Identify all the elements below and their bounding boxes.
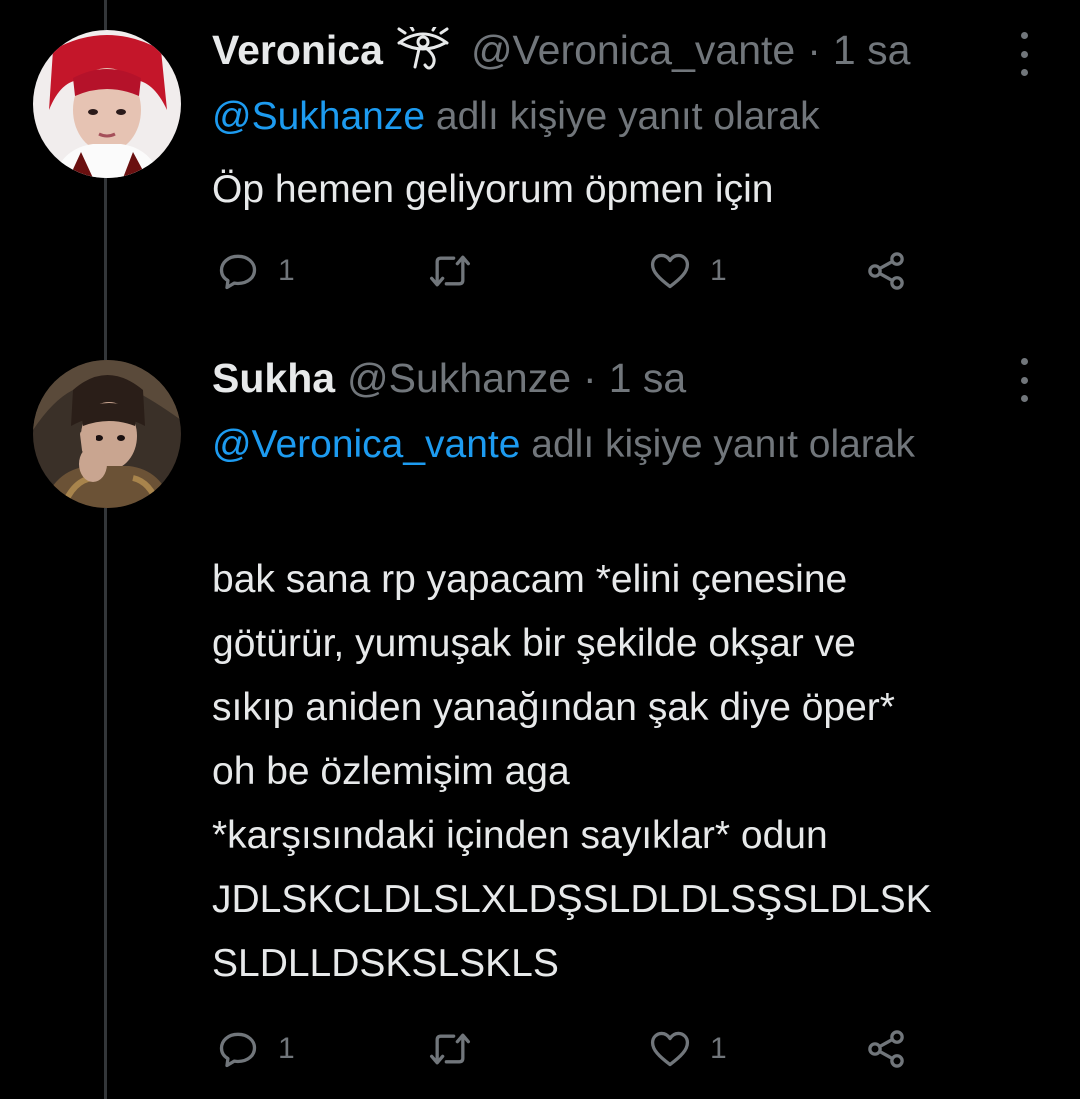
tweet-text: bak sana rp yapacam *elini çenesine götü… (212, 548, 1062, 996)
mention-link[interactable]: @Veronica_vante (212, 423, 520, 466)
tweet-text-line: *karşısındaki içinden sayıklar* odun (212, 814, 828, 857)
tweet-text-line: bak sana rp yapacam *elini çenesine (212, 558, 848, 601)
sukha-avatar[interactable] (33, 360, 181, 508)
more-options-icon[interactable] (1012, 32, 1036, 76)
author-handle[interactable]: @Sukhanze (347, 355, 571, 402)
tweet-time[interactable]: 1 sa (609, 355, 687, 402)
reply-button[interactable]: 1 (216, 246, 295, 296)
retweet-icon (430, 255, 470, 287)
tweet-text-line: götürür, yumuşak bir şekilde okşar ve (212, 622, 856, 665)
author-name[interactable]: Sukha (212, 355, 335, 402)
thread-line-left-lower (104, 508, 107, 1099)
reply-bubble-icon (219, 1032, 257, 1068)
reply-context: @Sukhanze adlı kişiye yanıt olarak (212, 84, 1042, 150)
tweet-2-header: Sukha @Sukhanze · 1 sa (212, 348, 686, 408)
thread-line-top (104, 0, 107, 30)
author-name[interactable]: Veronica (212, 27, 383, 74)
like-button[interactable]: 1 (648, 246, 727, 296)
reply-context-text: adlı kişiye yanıt olarak (425, 95, 820, 138)
retweet-button[interactable] (428, 246, 472, 296)
tweet-text: Öp hemen geliyorum öpmen için (212, 158, 1062, 222)
tweet-time[interactable]: 1 sa (833, 27, 911, 74)
tweet-text-line: JDLSKCLDLSLXLDŞSLDLDLSŞSLDLSK (212, 878, 932, 921)
like-count: 1 (710, 1032, 727, 1065)
veronica-avatar[interactable] (33, 30, 181, 178)
like-count: 1 (710, 254, 727, 287)
reply-bubble-icon (219, 254, 257, 290)
share-icon (868, 252, 904, 290)
tweet-text-line: oh be özlemişim aga (212, 750, 570, 793)
tweet-text-line: sıkıp aniden yanağından şak diye öper* (212, 686, 895, 729)
reply-count: 1 (278, 254, 295, 287)
eye-of-ra-icon (395, 23, 451, 73)
retweet-button[interactable] (428, 1024, 472, 1074)
mention-link[interactable]: @Sukhanze (212, 95, 425, 138)
reply-button[interactable]: 1 (216, 1024, 295, 1074)
more-options-icon[interactable] (1012, 358, 1036, 402)
retweet-icon (430, 1033, 470, 1065)
tweet-1-actions: 1 1 (212, 246, 932, 296)
reply-context-text: adlı kişiye yanıt olarak (520, 423, 915, 466)
share-button[interactable] (864, 1024, 908, 1074)
reply-count: 1 (278, 1032, 295, 1065)
reply-context: @Veronica_vante adlı kişiye yanıt olarak (212, 412, 932, 478)
separator-dot: · (583, 354, 597, 401)
thread-line-left (104, 178, 107, 368)
tweet-text-line: Öp hemen geliyorum öpmen için (212, 168, 774, 211)
tweet-text-line: SLDLLDSKSLSKLS (212, 942, 559, 985)
heart-icon (650, 1031, 690, 1067)
separator-dot: · (807, 26, 821, 73)
heart-icon (650, 253, 690, 289)
tweet-1-header: Veronica @Veronica_vante · 1 sa (212, 20, 910, 80)
share-icon (868, 1030, 904, 1068)
share-button[interactable] (864, 246, 908, 296)
like-button[interactable]: 1 (648, 1024, 727, 1074)
author-handle[interactable]: @Veronica_vante (471, 27, 795, 74)
tweet-2-actions: 1 1 (212, 1024, 932, 1074)
